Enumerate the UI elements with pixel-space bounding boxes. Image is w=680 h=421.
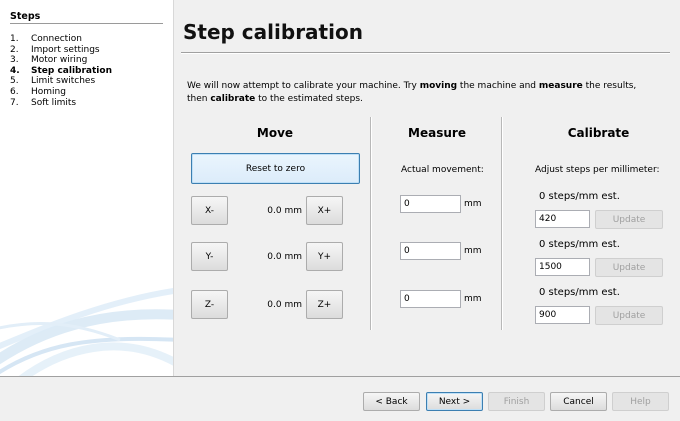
decorative-swoosh-graphic — [0, 288, 173, 377]
z-steps-estimate: 0 steps/mm est. — [539, 287, 620, 298]
step-number: 1. — [10, 34, 19, 44]
step-label: Soft limits — [31, 97, 77, 108]
step-label: Connection — [31, 34, 82, 44]
measure-x-unit: mm — [464, 199, 482, 209]
step-label: Motor wiring — [31, 55, 88, 66]
x-minus-button[interactable]: X- — [191, 196, 228, 225]
measure-z-unit: mm — [464, 294, 482, 304]
cancel-button[interactable]: Cancel — [550, 392, 607, 411]
x-plus-button[interactable]: X+ — [306, 196, 343, 225]
z-position-readout: 0.0 mm — [267, 300, 302, 310]
step-item-step-calibration: 4. Step calibration — [10, 66, 112, 77]
z-steps-input[interactable] — [535, 306, 590, 324]
intro-bold-moving: moving — [419, 81, 458, 91]
adjust-steps-label: Adjust steps per millimeter: — [535, 165, 660, 175]
finish-button[interactable]: Finish — [488, 392, 545, 411]
next-button[interactable]: Next > — [426, 392, 483, 411]
sidebar-title: Steps — [10, 11, 163, 24]
actual-movement-label: Actual movement: — [401, 165, 484, 175]
intro-text: We will now attempt to calibrate your ma… — [187, 80, 657, 105]
measure-x-input[interactable] — [400, 195, 461, 213]
step-number: 3. — [10, 55, 19, 66]
step-item-import-settings: 2. Import settings — [10, 45, 112, 56]
step-item-soft-limits: 7. Soft limits — [10, 98, 112, 109]
measure-z-input[interactable] — [400, 290, 461, 308]
y-position-readout: 0.0 mm — [267, 252, 302, 262]
calibrate-heading: Calibrate — [567, 126, 630, 140]
step-number: 6. — [10, 86, 19, 97]
step-label: Step calibration — [31, 65, 112, 76]
step-number: 2. — [10, 44, 19, 55]
intro-text-part: to the estimated steps. — [255, 93, 363, 104]
step-item-connection: 1. Connection — [10, 34, 112, 45]
move-heading: Move — [256, 126, 294, 140]
x-steps-input[interactable] — [535, 210, 590, 228]
column-separator — [370, 117, 372, 330]
z-update-button[interactable]: Update — [595, 306, 663, 325]
main-panel: Step calibration We will now attempt to … — [175, 0, 680, 377]
step-item-homing: 6. Homing — [10, 87, 112, 98]
step-label: Import settings — [31, 44, 100, 55]
step-number: 5. — [10, 76, 19, 87]
title-divider — [181, 52, 670, 54]
step-item-motor-wiring: 3. Motor wiring — [10, 55, 112, 66]
intro-text-part: the machine and — [457, 81, 539, 91]
y-steps-estimate: 0 steps/mm est. — [539, 239, 620, 250]
y-plus-button[interactable]: Y+ — [306, 242, 343, 271]
column-separator — [501, 117, 503, 330]
intro-bold-calibrate: calibrate — [210, 93, 256, 104]
y-minus-button[interactable]: Y- — [191, 242, 228, 271]
page-title: Step calibration — [183, 20, 363, 44]
steps-sidebar: Steps 1. Connection 2. Import settings 3. M… — [0, 0, 174, 377]
y-update-button[interactable]: Update — [595, 258, 663, 277]
reset-to-zero-button[interactable]: Reset to zero — [191, 153, 360, 184]
intro-bold-measure: measure — [538, 81, 583, 91]
x-position-readout: 0.0 mm — [267, 206, 302, 216]
z-plus-button[interactable]: Z+ — [306, 290, 343, 319]
help-button[interactable]: Help — [612, 392, 669, 411]
x-steps-estimate: 0 steps/mm est. — [539, 191, 620, 202]
step-number: 7. — [10, 97, 19, 108]
step-item-limit-switches: 5. Limit switches — [10, 76, 112, 87]
intro-text-part: We will now attempt to calibrate your ma… — [187, 81, 420, 91]
z-minus-button[interactable]: Z- — [191, 290, 228, 319]
footer-divider — [0, 376, 680, 377]
step-number: 4. — [10, 65, 20, 76]
measure-y-input[interactable] — [400, 242, 461, 260]
y-steps-input[interactable] — [535, 258, 590, 276]
step-label: Limit switches — [31, 76, 96, 87]
measure-heading: Measure — [408, 126, 466, 140]
back-button[interactable]: < Back — [363, 392, 420, 411]
measure-y-unit: mm — [464, 246, 482, 256]
step-list: 1. Connection 2. Import settings 3. Motor w… — [10, 34, 112, 108]
step-label: Homing — [31, 86, 66, 97]
x-update-button[interactable]: Update — [595, 210, 663, 229]
